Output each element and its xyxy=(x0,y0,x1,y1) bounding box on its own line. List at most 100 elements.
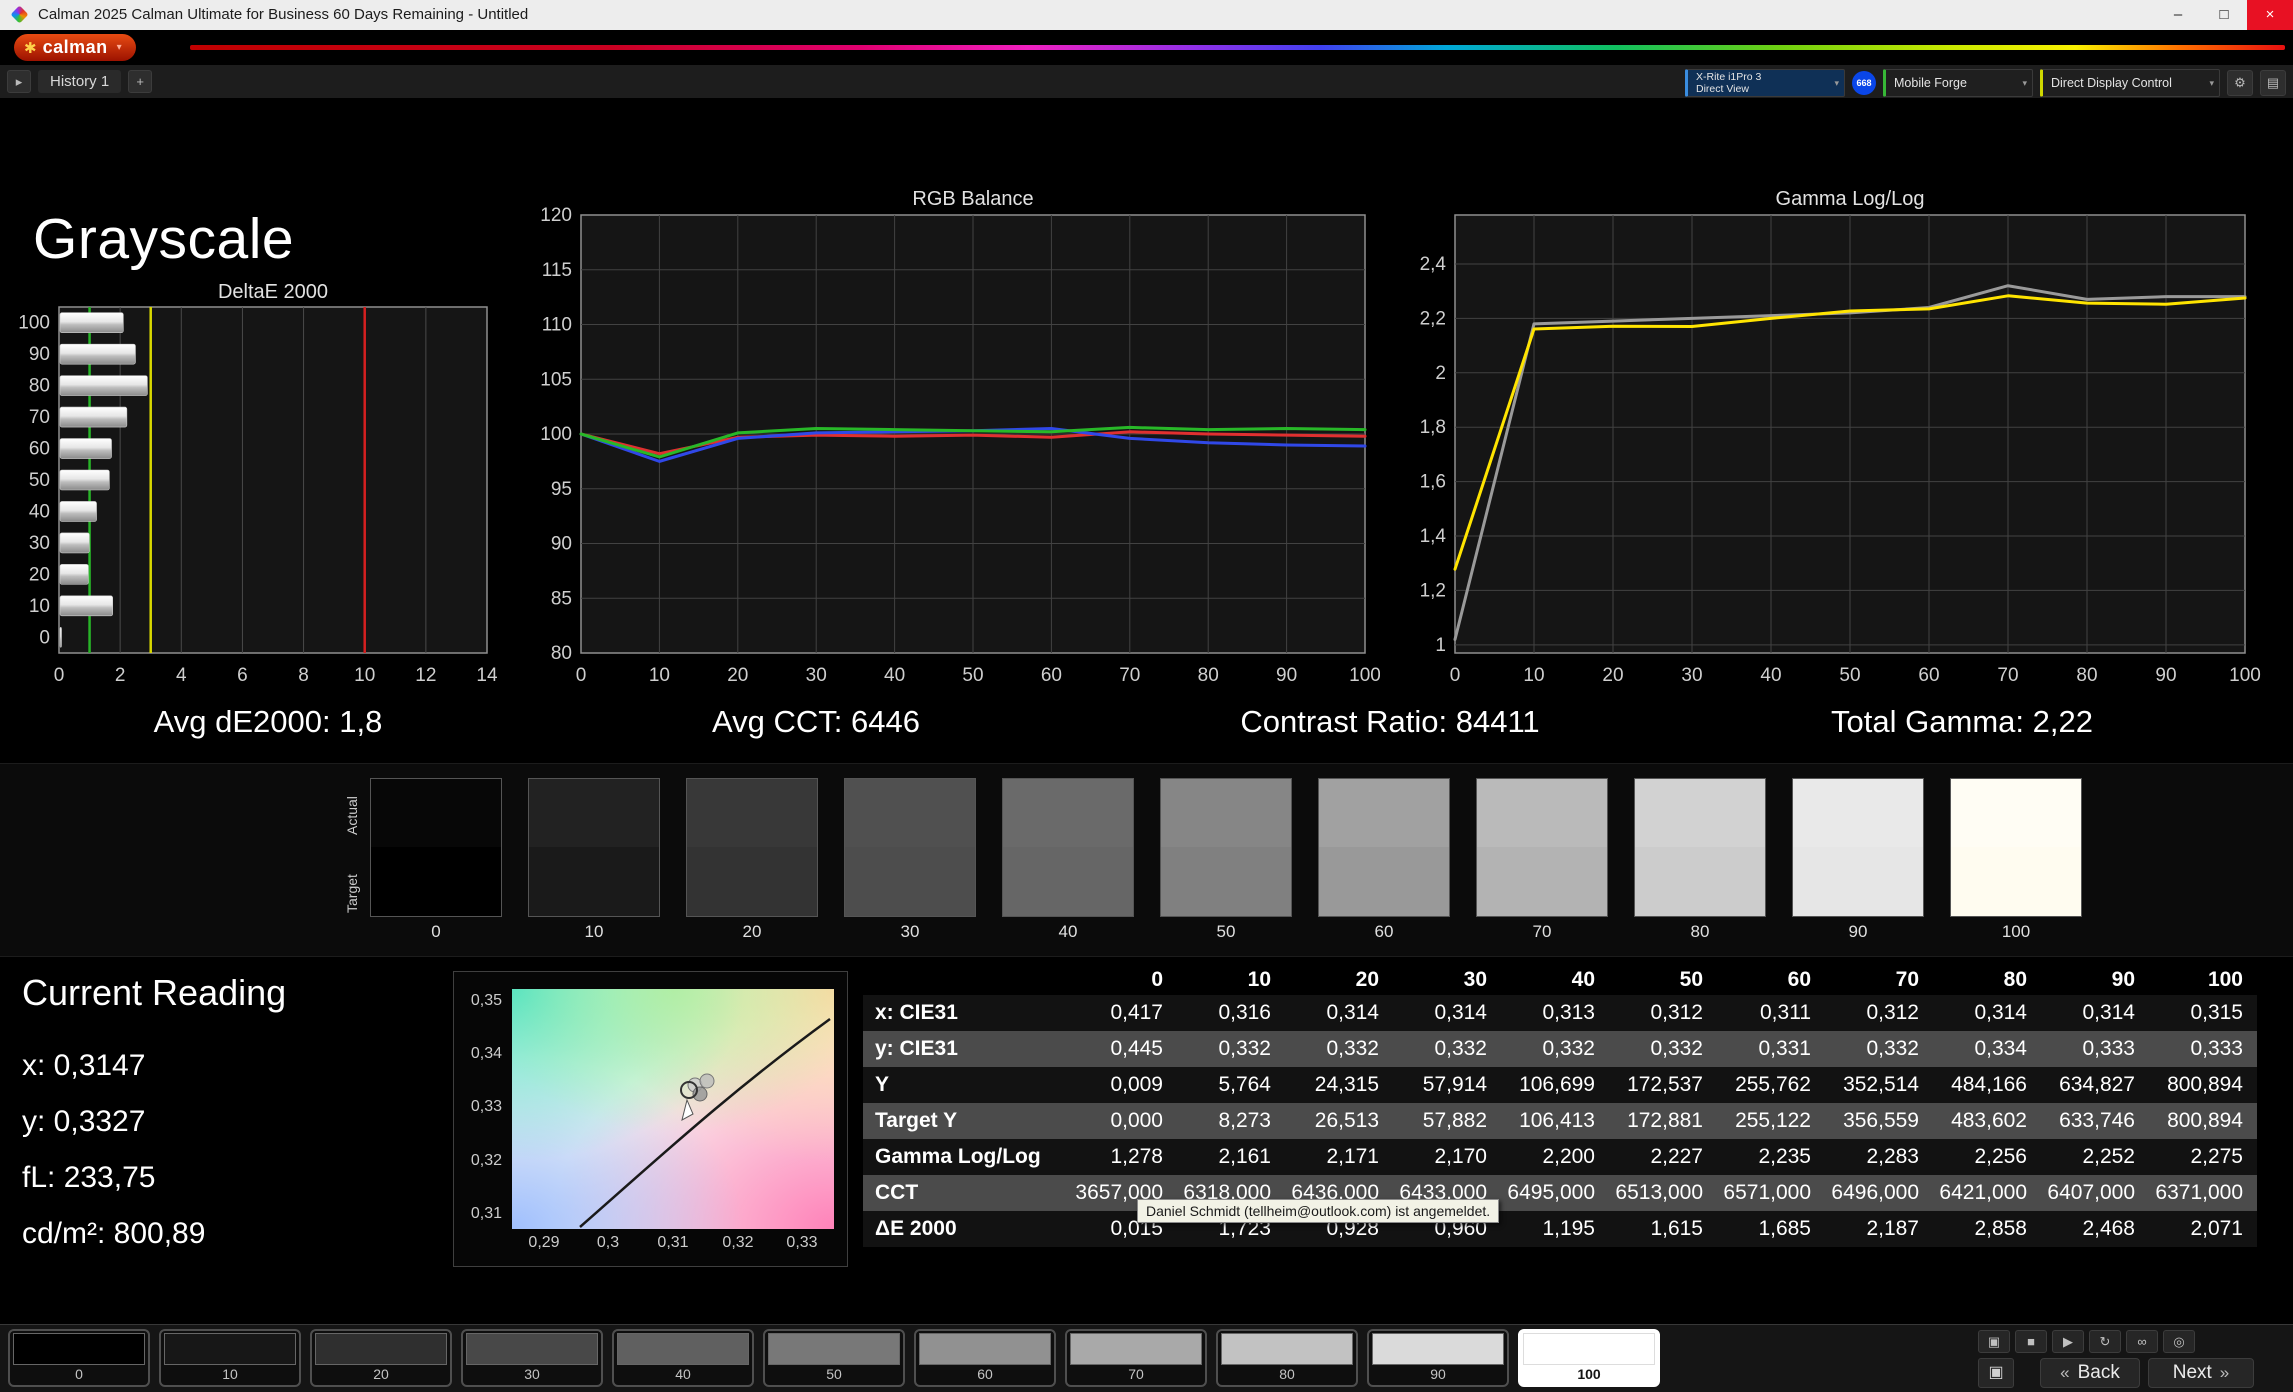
measure-once-icon[interactable]: ▶ xyxy=(2052,1330,2084,1353)
grayscale-swatch: 100 xyxy=(1950,778,2082,942)
swatch-label: 20 xyxy=(742,922,762,941)
axis-tick-label: 0,33 xyxy=(786,1234,818,1251)
gear-icon[interactable]: ⚙ xyxy=(2227,70,2253,96)
table-col-header: 60 xyxy=(1717,964,1825,995)
table-cell: 800,894 xyxy=(2167,1109,2243,1132)
expand-history-button[interactable]: ▸ xyxy=(7,70,31,93)
pattern-button-10[interactable]: 10 xyxy=(159,1329,301,1387)
source-dropdown[interactable]: Mobile Forge ▾ xyxy=(1883,69,2033,97)
pattern-button-30[interactable]: 30 xyxy=(461,1329,603,1387)
table-row: Target Y 0,000 8,273 26,513 57,882 106,413 172… xyxy=(863,1103,2257,1139)
svg-text:50: 50 xyxy=(962,665,983,686)
chevron-down-icon: ▾ xyxy=(2209,78,2214,88)
svg-text:0: 0 xyxy=(1450,665,1461,686)
svg-text:0: 0 xyxy=(54,665,65,686)
pattern-button-20[interactable]: 20 xyxy=(310,1329,452,1387)
table-row-label: Y xyxy=(875,1073,890,1096)
pattern-swatch xyxy=(919,1333,1051,1365)
table-cell: 6421,000 xyxy=(1939,1181,2027,1204)
summary-stat-3: Contrast Ratio: 84411 xyxy=(1240,704,1540,739)
svg-text:12: 12 xyxy=(415,665,436,686)
swatch-actual-half xyxy=(1477,779,1607,847)
table-cell: 0,312 xyxy=(1650,1001,1703,1024)
svg-text:2,4: 2,4 xyxy=(1420,254,1447,275)
table-cell: 2,161 xyxy=(1218,1145,1271,1168)
pattern-button-label: 90 xyxy=(1430,1366,1446,1382)
svg-text:0: 0 xyxy=(39,627,50,648)
spectrum-bar xyxy=(190,45,2285,50)
pattern-button-100[interactable]: 100 xyxy=(1518,1329,1660,1387)
swatch-target-half xyxy=(1951,847,2081,916)
close-button[interactable]: × xyxy=(2247,0,2293,30)
table-cell: 0,417 xyxy=(1110,1001,1163,1024)
current-reading-value: x: 0,3147 xyxy=(22,1049,146,1082)
pattern-button-0[interactable]: 0 xyxy=(8,1329,150,1387)
svg-text:85: 85 xyxy=(551,588,572,609)
pattern-swatch xyxy=(13,1333,145,1365)
maximize-button[interactable]: □ xyxy=(2201,0,2247,30)
add-tab-button[interactable]: + xyxy=(128,70,153,93)
tool-icons-row: ▣ ■ ▶ ↻ ∞ ◎ xyxy=(1978,1330,2195,1353)
options-icon[interactable]: ◎ xyxy=(2163,1330,2195,1353)
swatch-patch xyxy=(370,778,502,917)
table-cell: 0,332 xyxy=(1434,1037,1487,1060)
table-corner-cell xyxy=(863,964,1069,995)
svg-text:10: 10 xyxy=(29,596,50,617)
svg-text:14: 14 xyxy=(476,665,498,686)
swatch-patch xyxy=(528,778,660,917)
tab-history-1[interactable]: History 1 xyxy=(38,70,122,93)
table-cell: 0,312 xyxy=(1866,1001,1919,1024)
pattern-button-40[interactable]: 40 xyxy=(612,1329,754,1387)
pattern-button-label: 0 xyxy=(75,1366,83,1382)
svg-text:10: 10 xyxy=(649,665,670,686)
refresh-icon[interactable]: ↻ xyxy=(2089,1330,2121,1353)
pattern-button-label: 40 xyxy=(675,1366,691,1382)
stop-measure-icon[interactable]: ■ xyxy=(2015,1330,2047,1353)
table-row-label: y: CIE31 xyxy=(875,1037,958,1060)
display-control-dropdown[interactable]: Direct Display Control ▾ xyxy=(2040,69,2220,97)
table-cell: 356,559 xyxy=(1843,1109,1919,1132)
table-row-label: Gamma Log/Log xyxy=(875,1145,1041,1168)
current-reading-lines: x: 0,3147 y: 0,3327 fL: 233,75 cd/m²: 800,8… xyxy=(22,1038,205,1262)
pattern-swatch xyxy=(1221,1333,1353,1365)
cursor-pointer-icon xyxy=(681,1098,694,1121)
table-col-header: 30 xyxy=(1393,964,1501,995)
swatch-actual-half xyxy=(1635,779,1765,847)
swatch-actual-half xyxy=(845,779,975,847)
layout-panel-icon[interactable]: ▤ xyxy=(2260,70,2286,96)
pattern-button-60[interactable]: 60 xyxy=(914,1329,1056,1387)
chevron-down-icon: ▾ xyxy=(1834,78,1839,88)
table-cell: 2,256 xyxy=(1974,1145,2027,1168)
meter-dropdown[interactable]: X-Rite i1Pro 3 Direct View ▾ xyxy=(1685,69,1845,97)
table-header-row: 0 10 20 30 40 50 60 70 80 90 100 xyxy=(863,964,2257,995)
login-tooltip: Daniel Schmidt (tellheim@outlook.com) is… xyxy=(1137,1199,1500,1223)
pattern-window-icon[interactable]: ▣ xyxy=(1978,1330,2010,1353)
pattern-button-70[interactable]: 70 xyxy=(1065,1329,1207,1387)
table-cell: 24,315 xyxy=(1314,1073,1379,1096)
calman-logo-button[interactable]: ✱ calman ▾ xyxy=(14,34,136,61)
table-cell: 172,881 xyxy=(1627,1109,1703,1132)
swatch-actual-half xyxy=(1161,779,1291,847)
swatch-label: 50 xyxy=(1216,922,1236,941)
table-row-label: x: CIE31 xyxy=(875,1001,958,1024)
swatch-actual-half xyxy=(371,779,501,847)
grayscale-swatch: 80 xyxy=(1634,778,1766,942)
pattern-button-50[interactable]: 50 xyxy=(763,1329,905,1387)
table-row: x: CIE31 0,417 0,316 0,314 0,314 0,313 0,312 0,… xyxy=(863,995,2257,1031)
minimize-button[interactable]: – xyxy=(2155,0,2201,30)
pattern-button-80[interactable]: 80 xyxy=(1216,1329,1358,1387)
table-cell: 5,764 xyxy=(1218,1073,1271,1096)
pattern-button-90[interactable]: 90 xyxy=(1367,1329,1509,1387)
swatch-target-half xyxy=(371,847,501,916)
table-row: Gamma Log/Log 1,278 2,161 2,171 2,170 2,200 2,… xyxy=(863,1139,2257,1175)
table-cell: 172,537 xyxy=(1627,1073,1703,1096)
table-cell: 0,314 xyxy=(1974,1001,2027,1024)
measure-continuous-icon[interactable]: ∞ xyxy=(2126,1330,2158,1353)
cie-chart-panel: 0,35 0,34 0,33 0,32 0,31 0,29 0,3 0,31 0,32 0,33 xyxy=(453,971,848,1267)
swatch-target-half xyxy=(1635,847,1765,916)
next-button[interactable]: Next » xyxy=(2148,1358,2254,1388)
table-cell: 0,311 xyxy=(1760,1001,1811,1024)
back-button[interactable]: « Back xyxy=(2040,1358,2140,1388)
pattern-toggle-icon[interactable]: ▣ xyxy=(1978,1358,2014,1388)
meter-mode: Direct View xyxy=(1696,83,1749,95)
